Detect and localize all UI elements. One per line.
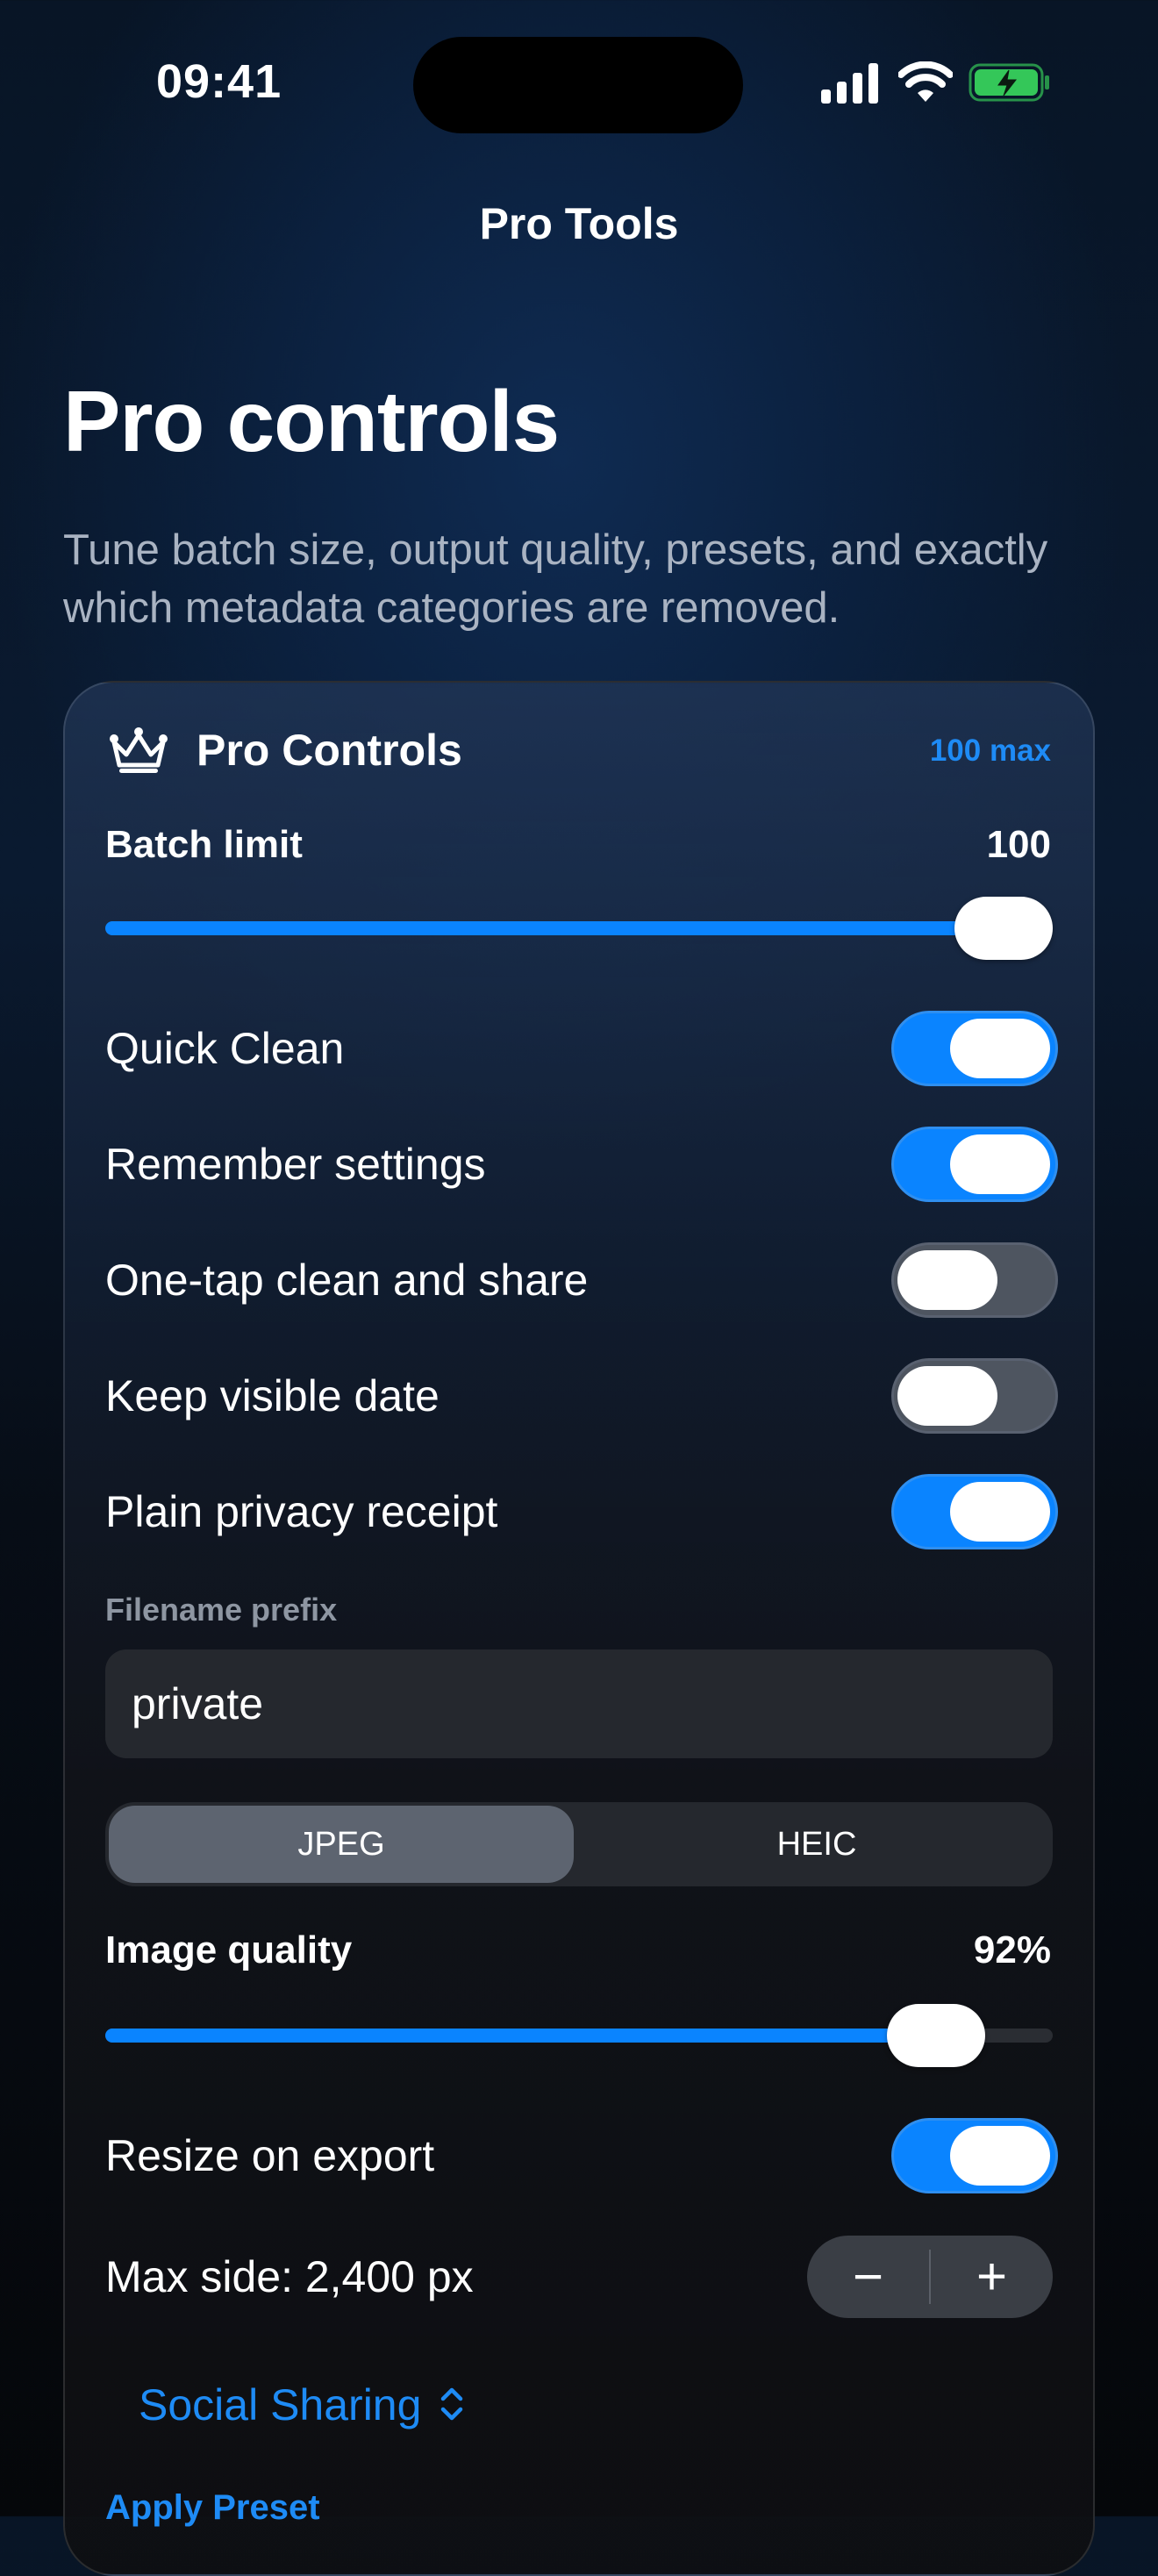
resize-on-export-label: Resize on export [105,2131,435,2180]
nav-title: Pro Tools [479,199,679,248]
segment-jpeg[interactable]: JPEG [109,1806,574,1883]
slider-fill [105,2029,936,2043]
filename-prefix-input[interactable] [105,1649,1053,1758]
remember-settings-toggle[interactable] [891,1127,1058,1202]
max-side-label: Max side: 2,400 px [105,2252,474,2301]
batch-max-badge: 100 max [929,733,1051,768]
slider-thumb[interactable] [954,897,1053,960]
format-segmented-control: JPEG HEIC [105,1802,1053,1886]
decrement-button[interactable]: − [807,2236,929,2318]
toggle-knob [897,1366,997,1426]
status-time: 09:41 [156,55,282,108]
slider-fill [105,921,1004,935]
filename-prefix-label: Filename prefix [105,1592,338,1628]
dynamic-island [413,37,743,133]
battery-charging-icon [969,63,1049,102]
batch-limit-label: Batch limit [105,823,303,866]
chevron-up-down-icon [441,2387,463,2421]
crown-icon [110,727,168,773]
toggle-knob [950,2126,1050,2186]
batch-limit-slider[interactable] [105,897,1053,960]
image-quality-label: Image quality [105,1928,353,1971]
preset-picker-label: Social Sharing [139,2380,422,2429]
toggle-label-keep-visible-date: Keep visible date [105,1371,440,1420]
card-title: Pro Controls [197,726,462,775]
toggle-knob [950,1482,1050,1542]
toggle-knob [897,1250,997,1310]
preset-picker[interactable]: Social Sharing [139,2379,465,2430]
toggle-label-one-tap-clean-share: One-tap clean and share [105,1256,589,1305]
increment-button[interactable]: + [931,2236,1053,2318]
toggle-label-remember-settings: Remember settings [105,1140,486,1189]
keep-visible-date-toggle[interactable] [891,1358,1058,1434]
max-side-stepper: − + [807,2236,1053,2318]
slider-thumb[interactable] [886,2004,985,2067]
batch-limit-value: 100 [986,823,1051,866]
segment-heic[interactable]: HEIC [584,1806,1049,1883]
image-quality-slider[interactable] [105,2004,1053,2067]
toggle-label-quick-clean: Quick Clean [105,1024,345,1073]
plain-privacy-receipt-toggle[interactable] [891,1474,1058,1549]
apply-preset-button[interactable]: Apply Preset [105,2488,320,2528]
page-title: Pro controls [63,373,560,469]
toggle-label-plain-privacy-receipt: Plain privacy receipt [105,1487,498,1536]
toggle-knob [950,1134,1050,1194]
toggle-knob [950,1019,1050,1078]
resize-on-export-toggle[interactable] [891,2118,1058,2193]
quick-clean-toggle[interactable] [891,1011,1058,1086]
image-quality-value: 92% [973,1928,1051,1971]
cellular-signal-icon [821,63,878,104]
wifi-icon [898,61,953,102]
page-subtitle: Tune batch size, output quality, presets… [63,526,1048,632]
one-tap-clean-share-toggle[interactable] [891,1242,1058,1318]
